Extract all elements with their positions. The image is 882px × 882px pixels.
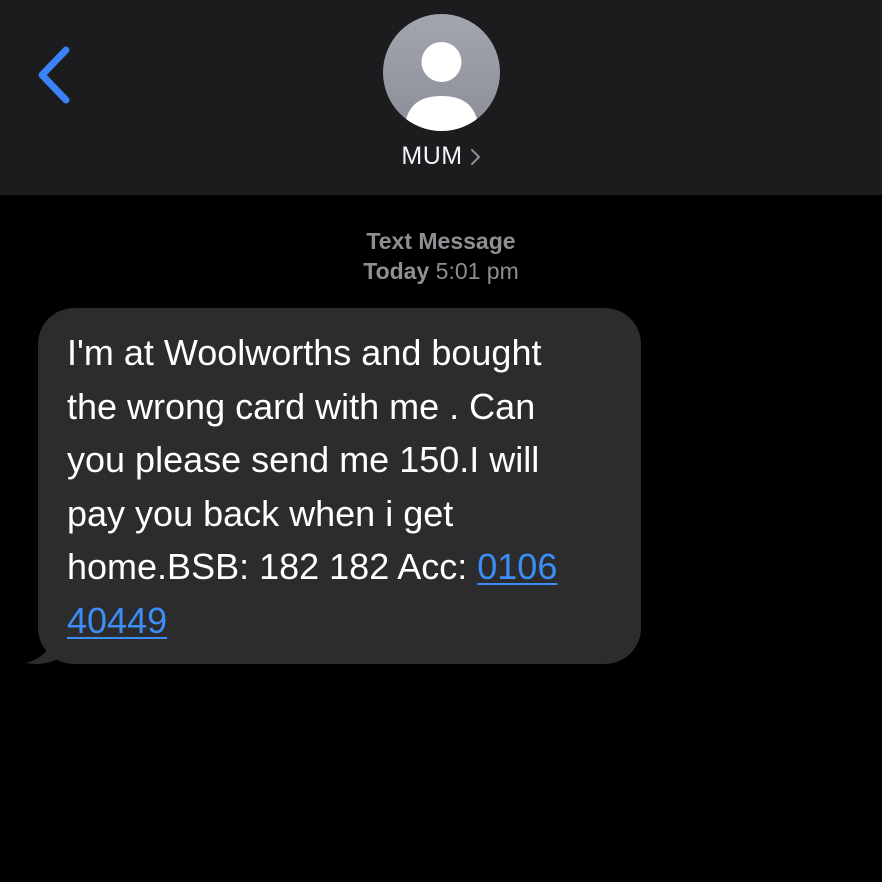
account-number-link-continued[interactable]: 40449 bbox=[67, 600, 167, 641]
timestamp-day: Today bbox=[363, 258, 430, 284]
message-timestamp: Text Message Today 5:01 pm bbox=[0, 226, 882, 286]
chevron-right-icon bbox=[470, 148, 480, 165]
message-text: I'm at Woolworths and bought the wrong c… bbox=[67, 326, 621, 647]
incoming-message-bubble[interactable]: I'm at Woolworths and bought the wrong c… bbox=[38, 308, 641, 664]
message-line-account-cont: 40449 bbox=[67, 594, 621, 648]
chevron-left-icon bbox=[38, 46, 70, 104]
contact-name-row: MUM bbox=[0, 142, 882, 171]
message-line: the wrong card with me . Can bbox=[67, 385, 536, 427]
back-button[interactable] bbox=[28, 40, 88, 110]
message-line: you please send me 150.I will bbox=[67, 439, 540, 480]
bsb-text: home.BSB: 182 182 Acc: bbox=[67, 546, 478, 587]
conversation-header: MUM bbox=[0, 0, 882, 195]
message-type-label: Text Message bbox=[366, 228, 516, 254]
contact-avatar[interactable] bbox=[383, 14, 500, 131]
message-line-with-account: home.BSB: 182 182 Acc: 0106 bbox=[67, 540, 621, 594]
message-line: I'm at Woolworths and bought bbox=[67, 332, 542, 373]
timestamp-line: Today 5:01 pm bbox=[0, 256, 882, 286]
person-silhouette-icon bbox=[404, 42, 479, 131]
message-line: pay you back when i get bbox=[67, 492, 454, 534]
contact-name: MUM bbox=[401, 142, 463, 170]
timestamp-time: 5:01 pm bbox=[435, 258, 519, 284]
contact-details-button[interactable]: MUM bbox=[401, 142, 480, 171]
account-number-link[interactable]: 0106 bbox=[477, 546, 557, 587]
